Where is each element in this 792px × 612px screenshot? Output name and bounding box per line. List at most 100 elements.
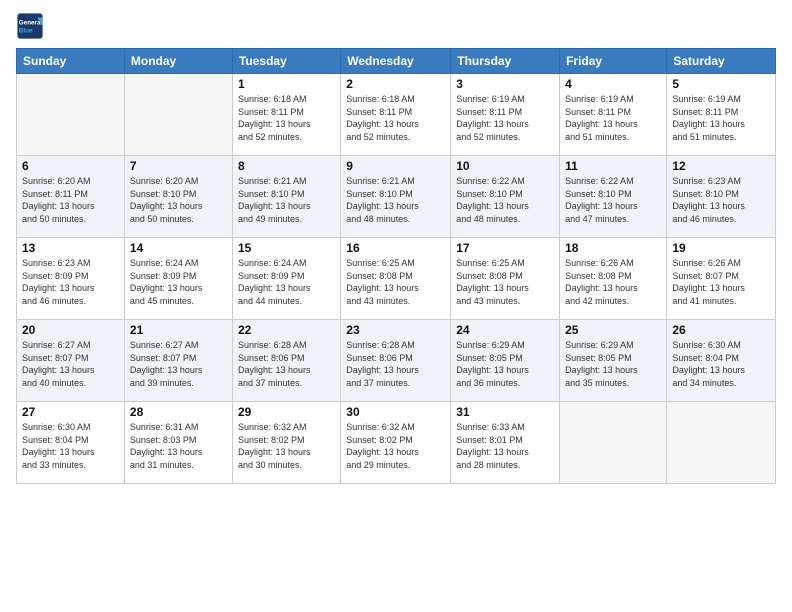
calendar-cell [560,402,667,484]
day-detail: Sunrise: 6:33 AM Sunset: 8:01 PM Dayligh… [456,421,554,471]
logo: General Blue [16,12,48,40]
svg-text:General: General [19,20,43,27]
day-detail: Sunrise: 6:20 AM Sunset: 8:10 PM Dayligh… [130,175,227,225]
calendar-cell: 16 Sunrise: 6:25 AM Sunset: 8:08 PM Dayli… [341,238,451,320]
calendar-cell: 27 Sunrise: 6:30 AM Sunset: 8:04 PM Dayli… [17,402,125,484]
header: General Blue [16,12,776,40]
calendar-cell: 10Sunrise: 6:22 AM Sunset: 8:10 PM Dayli… [451,156,560,238]
day-detail: Sunrise: 6:29 AM Sunset: 8:05 PM Dayligh… [565,339,661,389]
calendar-cell: 29Sunrise: 6:32 AM Sunset: 8:02 PM Dayli… [232,402,340,484]
calendar-cell: 19Sunrise: 6:26 AM Sunset: 8:07 PM Dayli… [667,238,776,320]
weekday-header: Thursday [451,49,560,74]
day-detail: Sunrise: 6:23 AM Sunset: 8:10 PM Dayligh… [672,175,770,225]
day-number: 9 [346,159,445,173]
calendar-cell: 31Sunrise: 6:33 AM Sunset: 8:01 PM Dayli… [451,402,560,484]
calendar-cell: 15Sunrise: 6:24 AM Sunset: 8:09 PM Dayli… [232,238,340,320]
day-detail: Sunrise: 6:25 AM Sunset: 8:08 PM Dayligh… [346,257,445,307]
page: General Blue SundayMondayTuesdayWednesda… [0,0,792,612]
day-number: 13 [22,241,119,255]
day-detail: Sunrise: 6:31 AM Sunset: 8:03 PM Dayligh… [130,421,227,471]
day-number: 8 [238,159,335,173]
day-detail: Sunrise: 6:29 AM Sunset: 8:05 PM Dayligh… [456,339,554,389]
day-number: 7 [130,159,227,173]
day-detail: Sunrise: 6:19 AM Sunset: 8:11 PM Dayligh… [456,93,554,143]
day-detail: Sunrise: 6:21 AM Sunset: 8:10 PM Dayligh… [238,175,335,225]
calendar-cell: 21 Sunrise: 6:27 AM Sunset: 8:07 PM Dayli… [124,320,232,402]
calendar-week-row: 27 Sunrise: 6:30 AM Sunset: 8:04 PM Dayli… [17,402,776,484]
day-detail: Sunrise: 6:27 AM Sunset: 8:07 PM Dayligh… [22,339,119,389]
day-number: 20 [22,323,119,337]
calendar-week-row: 6Sunrise: 6:20 AM Sunset: 8:11 PM Daylig… [17,156,776,238]
day-detail: Sunrise: 6:28 AM Sunset: 8:06 PM Dayligh… [238,339,335,389]
calendar-cell [17,74,125,156]
calendar-cell: 28 Sunrise: 6:31 AM Sunset: 8:03 PM Dayli… [124,402,232,484]
day-detail: Sunrise: 6:18 AM Sunset: 8:11 PM Dayligh… [238,93,335,143]
day-number: 4 [565,77,661,91]
day-number: 24 [456,323,554,337]
calendar-cell [667,402,776,484]
calendar-cell: 18 Sunrise: 6:26 AM Sunset: 8:08 PM Dayli… [560,238,667,320]
calendar-header-row: SundayMondayTuesdayWednesdayThursdayFrid… [17,49,776,74]
day-detail: Sunrise: 6:27 AM Sunset: 8:07 PM Dayligh… [130,339,227,389]
calendar-cell: 12 Sunrise: 6:23 AM Sunset: 8:10 PM Dayli… [667,156,776,238]
weekday-header: Sunday [17,49,125,74]
day-detail: Sunrise: 6:26 AM Sunset: 8:08 PM Dayligh… [565,257,661,307]
day-number: 12 [672,159,770,173]
day-detail: Sunrise: 6:30 AM Sunset: 8:04 PM Dayligh… [22,421,119,471]
day-detail: Sunrise: 6:22 AM Sunset: 8:10 PM Dayligh… [565,175,661,225]
day-number: 1 [238,77,335,91]
day-number: 3 [456,77,554,91]
calendar-cell: 24 Sunrise: 6:29 AM Sunset: 8:05 PM Dayli… [451,320,560,402]
day-detail: Sunrise: 6:28 AM Sunset: 8:06 PM Dayligh… [346,339,445,389]
day-number: 5 [672,77,770,91]
day-number: 23 [346,323,445,337]
calendar-cell: 9Sunrise: 6:21 AM Sunset: 8:10 PM Daylig… [341,156,451,238]
day-number: 18 [565,241,661,255]
calendar-week-row: 1 Sunrise: 6:18 AM Sunset: 8:11 PM Daylig… [17,74,776,156]
calendar-week-row: 20 Sunrise: 6:27 AM Sunset: 8:07 PM Dayli… [17,320,776,402]
calendar-cell: 6Sunrise: 6:20 AM Sunset: 8:11 PM Daylig… [17,156,125,238]
calendar-cell: 20 Sunrise: 6:27 AM Sunset: 8:07 PM Dayli… [17,320,125,402]
day-detail: Sunrise: 6:32 AM Sunset: 8:02 PM Dayligh… [238,421,335,471]
calendar-cell [124,74,232,156]
calendar-cell: 14Sunrise: 6:24 AM Sunset: 8:09 PM Dayli… [124,238,232,320]
calendar-cell: 25 Sunrise: 6:29 AM Sunset: 8:05 PM Dayli… [560,320,667,402]
day-number: 21 [130,323,227,337]
calendar-week-row: 13 Sunrise: 6:23 AM Sunset: 8:09 PM Dayli… [17,238,776,320]
day-detail: Sunrise: 6:24 AM Sunset: 8:09 PM Dayligh… [130,257,227,307]
weekday-header: Monday [124,49,232,74]
calendar-cell: 22 Sunrise: 6:28 AM Sunset: 8:06 PM Dayli… [232,320,340,402]
day-number: 27 [22,405,119,419]
day-number: 16 [346,241,445,255]
logo-icon: General Blue [16,12,44,40]
calendar-cell: 23 Sunrise: 6:28 AM Sunset: 8:06 PM Dayli… [341,320,451,402]
day-number: 25 [565,323,661,337]
weekday-header: Saturday [667,49,776,74]
day-number: 17 [456,241,554,255]
day-detail: Sunrise: 6:32 AM Sunset: 8:02 PM Dayligh… [346,421,445,471]
day-detail: Sunrise: 6:25 AM Sunset: 8:08 PM Dayligh… [456,257,554,307]
day-number: 30 [346,405,445,419]
day-detail: Sunrise: 6:30 AM Sunset: 8:04 PM Dayligh… [672,339,770,389]
day-number: 6 [22,159,119,173]
weekday-header: Friday [560,49,667,74]
calendar-cell: 17 Sunrise: 6:25 AM Sunset: 8:08 PM Dayli… [451,238,560,320]
day-number: 15 [238,241,335,255]
day-number: 28 [130,405,227,419]
day-detail: Sunrise: 6:23 AM Sunset: 8:09 PM Dayligh… [22,257,119,307]
calendar-cell: 1 Sunrise: 6:18 AM Sunset: 8:11 PM Daylig… [232,74,340,156]
calendar-cell: 7 Sunrise: 6:20 AM Sunset: 8:10 PM Daylig… [124,156,232,238]
day-number: 26 [672,323,770,337]
day-detail: Sunrise: 6:18 AM Sunset: 8:11 PM Dayligh… [346,93,445,143]
day-number: 22 [238,323,335,337]
calendar-cell: 4Sunrise: 6:19 AM Sunset: 8:11 PM Daylig… [560,74,667,156]
calendar-cell: 11 Sunrise: 6:22 AM Sunset: 8:10 PM Dayli… [560,156,667,238]
calendar-cell: 5Sunrise: 6:19 AM Sunset: 8:11 PM Daylig… [667,74,776,156]
calendar-cell: 2 Sunrise: 6:18 AM Sunset: 8:11 PM Daylig… [341,74,451,156]
calendar-cell: 3 Sunrise: 6:19 AM Sunset: 8:11 PM Daylig… [451,74,560,156]
day-number: 11 [565,159,661,173]
calendar-cell: 30 Sunrise: 6:32 AM Sunset: 8:02 PM Dayli… [341,402,451,484]
day-number: 2 [346,77,445,91]
day-number: 19 [672,241,770,255]
weekday-header: Tuesday [232,49,340,74]
